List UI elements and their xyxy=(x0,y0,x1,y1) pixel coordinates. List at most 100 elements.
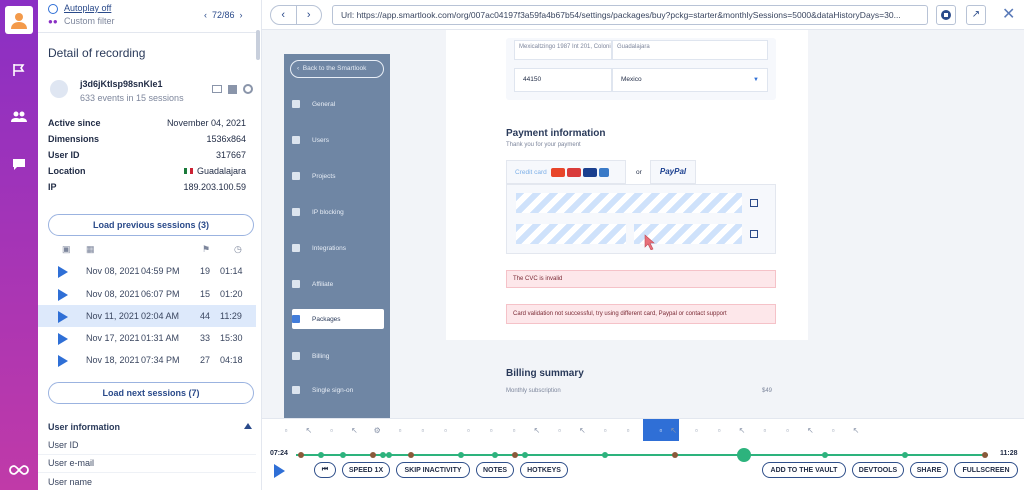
nav-item[interactable]: IP blocking xyxy=(292,202,384,222)
checkbox[interactable] xyxy=(750,199,758,207)
nav-item[interactable]: Billing xyxy=(292,346,384,366)
checkbox[interactable] xyxy=(750,230,758,238)
timeline-event-dot[interactable] xyxy=(672,452,678,458)
hotkeys-button[interactable]: HOTKEYS xyxy=(520,462,568,478)
stop-button[interactable] xyxy=(936,5,956,25)
back-to-smartlook-button[interactable]: ‹ Back to the Smartlook xyxy=(290,60,384,78)
paypal-tab[interactable]: PayPal xyxy=(650,160,696,184)
nav-item[interactable]: Integrations xyxy=(292,238,384,258)
timeline-event-dot[interactable] xyxy=(602,452,608,458)
page-event-icon[interactable]: ▫ xyxy=(324,423,340,437)
page-event-icon[interactable]: ▫ xyxy=(711,423,727,437)
page-event-icon[interactable]: ▫ xyxy=(392,423,408,437)
page-event-icon[interactable]: ▫ xyxy=(506,423,522,437)
users-icon[interactable] xyxy=(11,108,27,124)
page-event-icon[interactable]: ▫ xyxy=(825,423,841,437)
click-event-icon[interactable]: ↖ xyxy=(346,423,362,437)
timeline-event-dot[interactable] xyxy=(458,452,464,458)
session-row-active[interactable]: Nov 11, 2021 02:04 AM 44 11:29 xyxy=(38,305,256,327)
add-to-vault-button[interactable]: ADD TO THE VAULT xyxy=(762,462,846,478)
country-select[interactable]: Mexico ▼ xyxy=(612,68,768,92)
click-event-icon[interactable]: ↖ xyxy=(848,423,864,437)
play-button[interactable] xyxy=(274,464,285,478)
nav-item[interactable]: Users xyxy=(292,130,384,150)
url-field[interactable]: Url: https://app.smartlook.com/org/007ac… xyxy=(332,5,928,25)
page-event-icon[interactable]: ▫ xyxy=(415,423,431,437)
settings-event-icon[interactable]: ⚙ xyxy=(369,423,385,437)
nav-item[interactable]: General xyxy=(292,94,384,114)
fullscreen-button[interactable]: FULLSCREEN xyxy=(954,462,1018,478)
page-event-icon[interactable]: ▫ xyxy=(597,423,613,437)
timeline-event-dot[interactable] xyxy=(298,452,304,458)
session-date: Nov 17, 2021 xyxy=(86,333,140,343)
timeline-event-dot[interactable] xyxy=(318,452,324,458)
load-next-button[interactable]: Load next sessions (7) xyxy=(48,382,254,404)
page-event-icon[interactable]: ▫ xyxy=(620,423,636,437)
timeline-event-dot[interactable] xyxy=(492,452,498,458)
open-external-icon[interactable]: ↗ xyxy=(966,5,986,25)
back-arrow-icon[interactable]: ‹ xyxy=(271,6,297,24)
zip-field[interactable]: 44150 xyxy=(514,68,612,92)
session-row[interactable]: Nov 17, 2021 01:31 AM 33 15:30 xyxy=(38,327,256,349)
session-row[interactable]: Nov 08, 2021 04:59 PM 19 01:14 xyxy=(38,260,256,282)
click-event-icon[interactable]: ↖ xyxy=(529,423,545,437)
timeline-event-dot[interactable] xyxy=(982,452,988,458)
chat-icon[interactable] xyxy=(11,156,27,172)
session-row[interactable]: Nov 08, 2021 06:07 PM 15 01:20 xyxy=(38,283,256,305)
load-previous-button[interactable]: Load previous sessions (3) xyxy=(48,214,254,236)
close-icon[interactable]: ✕ xyxy=(1002,4,1015,24)
city-field[interactable]: Guadalajara xyxy=(612,40,768,60)
page-event-icon[interactable]: ▫ xyxy=(688,423,704,437)
credit-card-tab[interactable]: Credit card xyxy=(506,160,626,184)
timeline-event-dot[interactable] xyxy=(522,452,528,458)
page-event-icon[interactable]: ▫ xyxy=(438,423,454,437)
nav-item[interactable]: Projects xyxy=(292,166,384,186)
nav-item[interactable]: Single sign-on xyxy=(292,380,384,400)
collapse-icon[interactable] xyxy=(244,423,252,429)
expiry-field[interactable] xyxy=(516,224,626,244)
scrollbar[interactable] xyxy=(256,30,260,60)
speed-button[interactable]: SPEED 1X xyxy=(342,462,390,478)
page-event-icon[interactable]: ▫ xyxy=(780,423,796,437)
page-event-icon[interactable]: ▫ xyxy=(460,423,476,437)
page-event-icon[interactable]: ▫ xyxy=(483,423,499,437)
timeline-event-dot[interactable] xyxy=(408,452,414,458)
devtools-button[interactable]: DEVTOOLS xyxy=(852,462,904,478)
page-event-icon[interactable]: ▫ xyxy=(278,423,294,437)
timeline-event-dot[interactable] xyxy=(386,452,392,458)
card-number-field[interactable] xyxy=(516,193,742,213)
timeline-event-dot[interactable] xyxy=(512,452,518,458)
play-icon[interactable] xyxy=(58,311,68,323)
play-icon[interactable] xyxy=(58,266,68,278)
play-icon[interactable] xyxy=(58,333,68,345)
address-field[interactable]: Mexicaltzingo 1987 Int 201, Colonia Ba xyxy=(514,40,612,60)
page-event-icon[interactable]: ▫ xyxy=(552,423,568,437)
click-event-icon[interactable]: ↖ xyxy=(734,423,750,437)
timeline-event-dot[interactable] xyxy=(822,452,828,458)
autoplay-toggle[interactable]: Autoplay off xyxy=(64,3,111,13)
nav-item-active[interactable]: Packages xyxy=(292,309,384,329)
page-event-icon[interactable]: ▫ xyxy=(757,423,773,437)
skip-inactivity-button[interactable]: SKIP INACTIVITY xyxy=(396,462,470,478)
forward-arrow-icon[interactable]: › xyxy=(297,6,322,24)
notes-button[interactable]: NOTES xyxy=(476,462,514,478)
click-event-icon[interactable]: ↖ xyxy=(301,423,317,437)
click-event-icon[interactable]: ↖ xyxy=(574,423,590,437)
avatar[interactable] xyxy=(5,6,33,34)
custom-filter-label[interactable]: Custom filter xyxy=(64,16,115,26)
skip-icon[interactable]: ⏮ xyxy=(314,462,336,478)
click-event-icon[interactable]: ↖ xyxy=(666,423,682,437)
timeline-event-dot[interactable] xyxy=(902,452,908,458)
timeline-event-dot[interactable] xyxy=(340,452,346,458)
play-icon[interactable] xyxy=(58,355,68,367)
click-event-icon[interactable]: ↖ xyxy=(802,423,818,437)
timeline-track[interactable] xyxy=(296,454,988,456)
timeline-event-dot[interactable] xyxy=(370,452,376,458)
pager[interactable]: ‹ 72/86 › xyxy=(204,10,243,20)
playhead[interactable] xyxy=(737,448,751,462)
nav-item[interactable]: Affiliate xyxy=(292,274,384,294)
session-row[interactable]: Nov 18, 2021 07:34 PM 27 04:18 xyxy=(38,349,256,371)
share-button[interactable]: SHARE xyxy=(910,462,948,478)
flag-icon[interactable] xyxy=(11,62,27,78)
play-icon[interactable] xyxy=(58,289,68,301)
